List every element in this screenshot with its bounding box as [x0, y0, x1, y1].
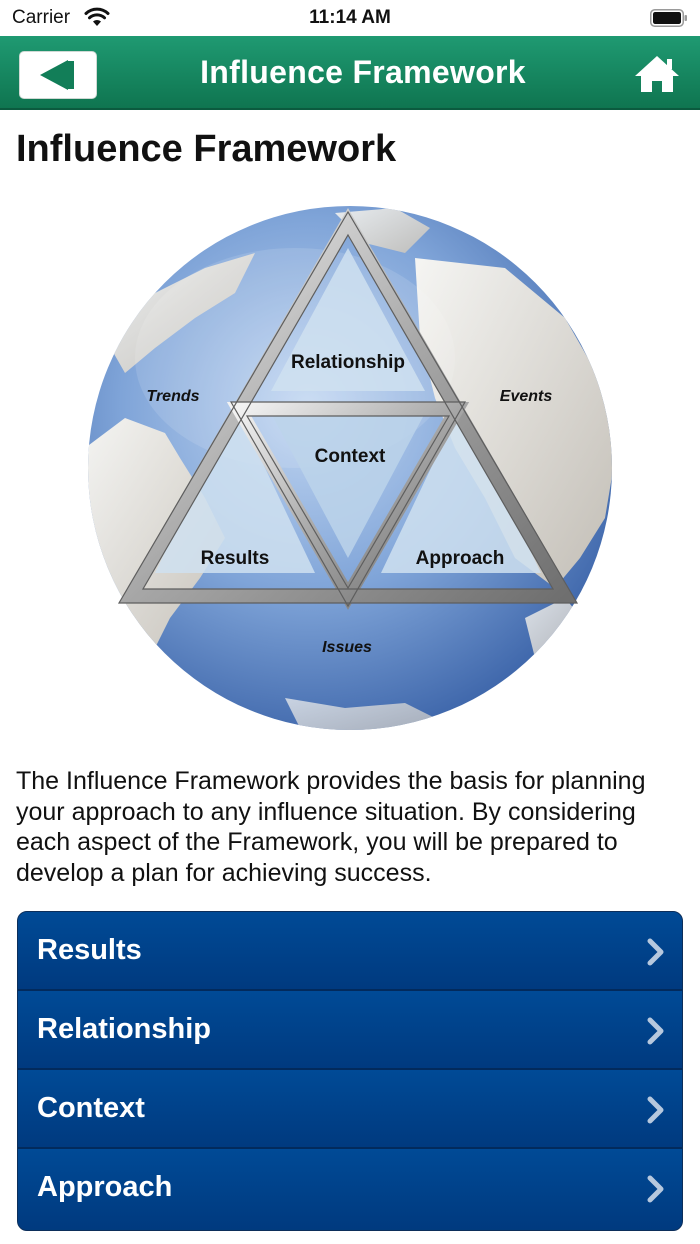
menu-item-relationship[interactable]: Relationship	[18, 991, 682, 1070]
menu-item-approach[interactable]: Approach	[18, 1149, 682, 1229]
framework-menu: Results Relationship Context Approach	[17, 911, 683, 1231]
battery-icon	[650, 9, 687, 27]
menu-item-label: Relationship	[37, 1013, 212, 1045]
diagram-label-issues: Issues	[322, 639, 372, 656]
menu-item-label: Context	[37, 1092, 145, 1124]
menu-item-results[interactable]: Results	[18, 912, 682, 991]
diagram-label-results: Results	[201, 548, 270, 569]
influence-framework-diagram: Relationship Context Results Approach Tr…	[88, 206, 612, 730]
status-time: 11:14 AM	[309, 7, 391, 28]
menu-item-context[interactable]: Context	[18, 1070, 682, 1149]
diagram-label-context: Context	[315, 446, 386, 467]
chevron-right-icon	[647, 938, 664, 966]
chevron-right-icon	[647, 1096, 664, 1124]
home-icon[interactable]	[634, 54, 680, 94]
diagram-label-events: Events	[500, 388, 553, 405]
framework-description: The Influence Framework provides the bas…	[16, 767, 646, 887]
page-title: Influence Framework	[16, 128, 397, 170]
nav-bar: Influence Framework	[0, 36, 700, 110]
diagram-label-relationship: Relationship	[291, 352, 405, 373]
nav-title: Influence Framework	[200, 54, 526, 90]
menu-item-label: Results	[37, 934, 142, 966]
menu-item-label: Approach	[37, 1171, 173, 1203]
chevron-right-icon	[647, 1175, 664, 1203]
diagram-label-trends: Trends	[146, 388, 199, 405]
chevron-right-icon	[647, 1017, 664, 1045]
status-bar: Carrier 11:14 AM	[0, 0, 700, 36]
diagram-label-approach: Approach	[416, 548, 505, 569]
